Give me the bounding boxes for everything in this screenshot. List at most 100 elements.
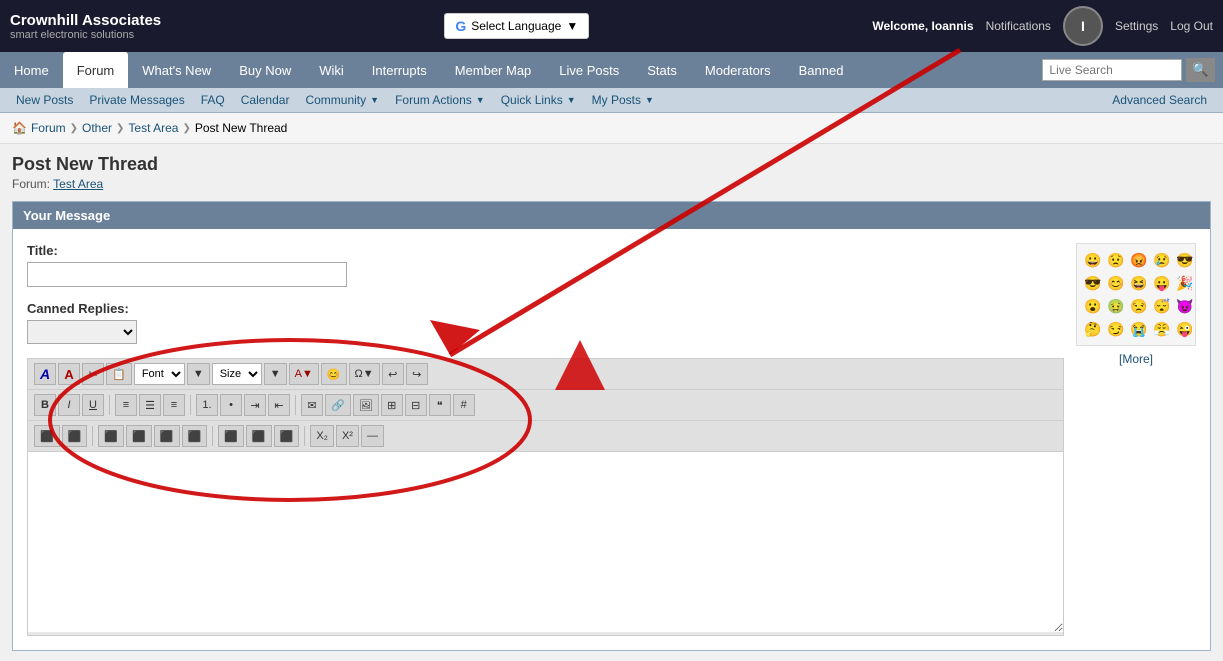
- nav-interrupts[interactable]: Interrupts: [358, 52, 441, 88]
- toolbar-subscript[interactable]: X₂: [310, 425, 334, 447]
- toolbar-hash[interactable]: #: [453, 394, 475, 416]
- emote-1[interactable]: 😀: [1083, 250, 1103, 270]
- emote-19[interactable]: 😤: [1152, 319, 1172, 339]
- toolbar-italic[interactable]: I: [58, 394, 80, 416]
- toolbar-r6[interactable]: ⬛: [182, 425, 208, 447]
- emote-17[interactable]: 😏: [1106, 319, 1126, 339]
- search-input[interactable]: [1042, 59, 1182, 81]
- toolbar-style-a2[interactable]: A: [58, 363, 80, 385]
- nav-forum[interactable]: Forum: [63, 52, 129, 88]
- emote-15[interactable]: 😈: [1175, 296, 1195, 316]
- nav-live-posts[interactable]: Live Posts: [545, 52, 633, 88]
- emote-13[interactable]: 😒: [1129, 296, 1149, 316]
- toolbar-link[interactable]: 🔗: [325, 394, 351, 416]
- breadcrumb-test-area[interactable]: Test Area: [128, 121, 178, 135]
- toolbar-r3[interactable]: ⬛: [98, 425, 124, 447]
- toolbar-align-center[interactable]: ☰: [139, 394, 161, 416]
- toolbar-email[interactable]: ✉: [301, 394, 323, 416]
- nav-whats-new[interactable]: What's New: [128, 52, 225, 88]
- toolbar-redo[interactable]: ↪: [406, 363, 428, 385]
- toolbar-indent[interactable]: ⇥: [244, 394, 266, 416]
- nav-stats[interactable]: Stats: [633, 52, 691, 88]
- nav-member-map[interactable]: Member Map: [441, 52, 546, 88]
- toolbar-size-dropdown[interactable]: ▼: [264, 363, 287, 385]
- more-emoticons-link[interactable]: [More]: [1076, 352, 1196, 366]
- toolbar-r4[interactable]: ⬛: [126, 425, 152, 447]
- toolbar-r1[interactable]: ⬛: [34, 425, 60, 447]
- message-box-body: Title: Canned Replies: A: [13, 229, 1210, 650]
- breadcrumb-current: Post New Thread: [195, 121, 288, 135]
- toolbar-copy[interactable]: 📋: [106, 363, 132, 385]
- emote-7[interactable]: 😊: [1106, 273, 1126, 293]
- toolbar-cut[interactable]: ✂: [82, 363, 104, 385]
- toolbar-size-select[interactable]: Size: [212, 363, 262, 385]
- toolbar-r9[interactable]: ⬛: [274, 425, 300, 447]
- emote-8[interactable]: 😆: [1129, 273, 1149, 293]
- toolbar-sep-3: [295, 395, 296, 415]
- nav-buy-now[interactable]: Buy Now: [225, 52, 305, 88]
- toolbar-font-select[interactable]: Font: [134, 363, 185, 385]
- nav-wiki[interactable]: Wiki: [305, 52, 358, 88]
- toolbar-bold[interactable]: B: [34, 394, 56, 416]
- toolbar-unordered-list[interactable]: •: [220, 394, 242, 416]
- toolbar-special-char[interactable]: Ω▼: [349, 363, 380, 385]
- sub-nav-faq[interactable]: FAQ: [193, 88, 233, 112]
- toolbar-table[interactable]: ⊞: [381, 394, 403, 416]
- notifications-label[interactable]: Notifications: [986, 19, 1051, 33]
- toolbar-align-right[interactable]: ≡: [163, 394, 185, 416]
- sub-nav-my-posts[interactable]: My Posts ▼: [584, 88, 662, 112]
- translate-button[interactable]: G Select Language ▼: [444, 13, 589, 39]
- emote-3[interactable]: 😡: [1129, 250, 1149, 270]
- toolbar-style-a1[interactable]: A: [34, 363, 56, 385]
- canned-replies-select[interactable]: [27, 320, 137, 344]
- avatar[interactable]: I: [1063, 6, 1103, 46]
- sub-nav-community[interactable]: Community ▼: [297, 88, 387, 112]
- toolbar-ordered-list[interactable]: 1.: [196, 394, 218, 416]
- toolbar-r2[interactable]: ⬛: [62, 425, 88, 447]
- toolbar-undo[interactable]: ↩: [382, 363, 404, 385]
- message-editor[interactable]: [28, 452, 1063, 632]
- advanced-search-link[interactable]: Advanced Search: [1104, 88, 1215, 112]
- toolbar-r5[interactable]: ⬛: [154, 425, 180, 447]
- emote-12[interactable]: 🤢: [1106, 296, 1126, 316]
- logout-link[interactable]: Log Out: [1170, 19, 1213, 33]
- sub-nav-calendar[interactable]: Calendar: [233, 88, 298, 112]
- toolbar-font-color[interactable]: A▼: [289, 363, 319, 385]
- sub-nav-new-posts[interactable]: New Posts: [8, 88, 81, 112]
- sub-nav-quick-links[interactable]: Quick Links ▼: [493, 88, 584, 112]
- settings-link[interactable]: Settings: [1115, 19, 1158, 33]
- emote-4[interactable]: 😢: [1152, 250, 1172, 270]
- emote-6[interactable]: 😎: [1083, 273, 1103, 293]
- emote-18[interactable]: 😭: [1129, 319, 1149, 339]
- toolbar-superscript[interactable]: X²: [336, 425, 359, 447]
- toolbar-r8[interactable]: ⬛: [246, 425, 272, 447]
- search-button[interactable]: 🔍: [1186, 58, 1215, 82]
- emote-2[interactable]: 😟: [1106, 250, 1126, 270]
- title-input[interactable]: [27, 262, 347, 287]
- emote-16[interactable]: 🤔: [1083, 319, 1103, 339]
- toolbar-underline[interactable]: U: [82, 394, 104, 416]
- emote-10[interactable]: 🎉: [1175, 273, 1195, 293]
- nav-banned[interactable]: Banned: [785, 52, 858, 88]
- emote-14[interactable]: 😴: [1152, 296, 1172, 316]
- emote-20[interactable]: 😜: [1175, 319, 1195, 339]
- toolbar-clearformat[interactable]: —: [361, 425, 384, 447]
- emote-5[interactable]: 😎: [1175, 250, 1195, 270]
- breadcrumb-other[interactable]: Other: [82, 121, 112, 135]
- emote-11[interactable]: 😮: [1083, 296, 1103, 316]
- toolbar-quote[interactable]: ❝: [429, 394, 451, 416]
- toolbar-align-left[interactable]: ≡: [115, 394, 137, 416]
- sub-nav-forum-actions[interactable]: Forum Actions ▼: [387, 88, 493, 112]
- nav-home[interactable]: Home: [0, 52, 63, 88]
- toolbar-image[interactable]: 🖼: [353, 394, 379, 416]
- toolbar-outdent[interactable]: ⇤: [268, 394, 290, 416]
- toolbar-font-dropdown[interactable]: ▼: [187, 363, 210, 385]
- toolbar-table2[interactable]: ⊟: [405, 394, 427, 416]
- forum-name-link[interactable]: Test Area: [53, 177, 103, 191]
- sub-nav-private-messages[interactable]: Private Messages: [81, 88, 192, 112]
- toolbar-r7[interactable]: ⬛: [218, 425, 244, 447]
- emote-9[interactable]: 😛: [1152, 273, 1172, 293]
- breadcrumb-forum[interactable]: Forum: [31, 121, 66, 135]
- nav-moderators[interactable]: Moderators: [691, 52, 785, 88]
- toolbar-smiley[interactable]: 😊: [321, 363, 347, 385]
